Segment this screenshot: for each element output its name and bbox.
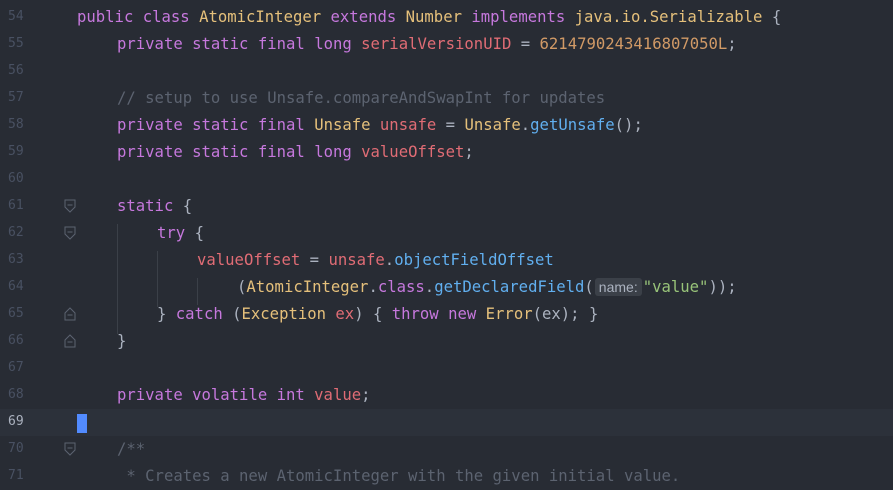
line-number: 62 (8, 225, 24, 240)
code-text: private volatile int value; (117, 386, 371, 404)
comment-text: * Creates a new AtomicInteger with the g… (117, 467, 681, 485)
fold-marker-icon[interactable] (64, 334, 76, 348)
line-number: 56 (8, 63, 24, 78)
line-number: 68 (8, 387, 24, 402)
line-number: 69 (8, 414, 24, 429)
code-line[interactable]: 60 (0, 166, 893, 193)
code-text: private static final Unsafe unsafe = Uns… (117, 116, 643, 134)
code-text: } catch (Exception ex) { throw new Error… (157, 305, 599, 323)
code-editor[interactable]: 54 public class AtomicInteger extends Nu… (0, 0, 893, 485)
code-line[interactable]: 63 valueOffset = unsafe.objectFieldOffse… (0, 247, 893, 274)
code-text: } (117, 332, 127, 350)
code-text: (AtomicInteger.class.getDeclaredField(na… (237, 278, 737, 296)
line-number: 64 (8, 279, 24, 294)
code-text: public class AtomicInteger extends Numbe… (77, 8, 782, 26)
code-line[interactable]: 65 } catch (Exception ex) { throw new Er… (0, 301, 893, 328)
fold-marker-icon[interactable] (64, 442, 76, 456)
line-number: 63 (8, 252, 24, 267)
code-line[interactable]: 55 private static final long serialVersi… (0, 31, 893, 58)
code-text: try { (157, 224, 204, 242)
code-line[interactable]: 71 * Creates a new AtomicInteger with th… (0, 463, 893, 490)
code-line[interactable]: 70 /** (0, 436, 893, 463)
code-line[interactable]: 58 private static final Unsafe unsafe = … (0, 112, 893, 139)
code-line[interactable]: 59 private static final long valueOffset… (0, 139, 893, 166)
line-number: 57 (8, 90, 24, 105)
code-line[interactable]: 62 try { (0, 220, 893, 247)
fold-marker-icon[interactable] (64, 199, 76, 213)
fold-marker-icon[interactable] (64, 307, 76, 321)
line-number: 60 (8, 171, 24, 186)
line-number: 55 (8, 36, 24, 51)
line-number: 66 (8, 333, 24, 348)
code-line[interactable]: 56 (0, 58, 893, 85)
code-line-current[interactable]: 69 (0, 409, 893, 436)
comment-text: // setup to use Unsafe.compareAndSwapInt… (117, 89, 606, 107)
parameter-hint: name: (594, 278, 642, 296)
code-line[interactable]: 54 public class AtomicInteger extends Nu… (0, 4, 893, 31)
code-text: private static final long valueOffset; (117, 143, 474, 161)
code-line[interactable]: 67 (0, 355, 893, 382)
code-line[interactable]: 68 private volatile int value; (0, 382, 893, 409)
line-number: 71 (8, 468, 24, 483)
code-text: valueOffset = unsafe.objectFieldOffset (197, 251, 554, 269)
line-number: 61 (8, 198, 24, 213)
line-number: 70 (8, 441, 24, 456)
fold-marker-icon[interactable] (64, 226, 76, 240)
comment-text: /** (117, 440, 146, 458)
code-line[interactable]: 61 static { (0, 193, 893, 220)
line-number: 58 (8, 117, 24, 132)
code-line[interactable]: 66 } (0, 328, 893, 355)
code-text: static { (117, 197, 193, 215)
code-line[interactable]: 57 // setup to use Unsafe.compareAndSwap… (0, 85, 893, 112)
text-cursor (77, 414, 87, 433)
line-number: 54 (8, 9, 24, 24)
line-number: 67 (8, 360, 24, 375)
line-number: 65 (8, 306, 24, 321)
line-number: 59 (8, 144, 24, 159)
code-line[interactable]: 64 (AtomicInteger.class.getDeclaredField… (0, 274, 893, 301)
code-text: private static final long serialVersionU… (117, 35, 737, 53)
